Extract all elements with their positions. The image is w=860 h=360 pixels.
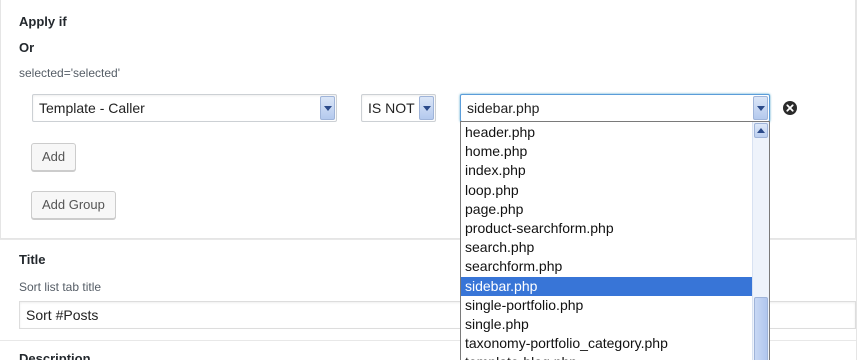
template-option[interactable]: sidebar.php: [461, 276, 753, 296]
template-option[interactable]: product-searchform.php: [461, 219, 753, 238]
template-options: header.php home.php index.php loop.php page.…: [461, 123, 753, 360]
chevron-down-icon: [753, 96, 768, 120]
caller-select-value: Template - Caller: [39, 100, 145, 116]
title-heading: Title: [19, 252, 46, 267]
template-select-value: sidebar.php: [467, 100, 540, 116]
operator-select-value: IS NOT: [368, 100, 415, 116]
template-option[interactable]: taxonomy-portfolio_category.php: [461, 334, 753, 353]
chevron-down-icon: [320, 96, 335, 120]
template-option[interactable]: loop.php: [461, 181, 753, 200]
template-option[interactable]: index.php: [461, 161, 753, 180]
template-option[interactable]: single.php: [461, 315, 753, 334]
template-dropdown-list[interactable]: header.php home.php index.php loop.php page.…: [460, 121, 770, 360]
add-group-button[interactable]: Add Group: [31, 191, 116, 219]
or-label: Or: [19, 40, 35, 55]
chevron-down-icon: [419, 96, 434, 120]
operator-select[interactable]: IS NOT: [361, 94, 436, 122]
scroll-thumb[interactable]: [754, 297, 768, 360]
scrollbar[interactable]: [752, 122, 769, 360]
template-select[interactable]: sidebar.php: [460, 94, 770, 122]
caller-select[interactable]: Template - Caller: [32, 94, 337, 122]
add-button[interactable]: Add: [31, 143, 77, 171]
template-option[interactable]: searchform.php: [461, 257, 753, 276]
template-option[interactable]: header.php: [461, 123, 753, 142]
panel-edge: [856, 0, 857, 360]
chevron-up-icon[interactable]: [754, 123, 768, 138]
selected-attr-text: selected='selected': [19, 66, 120, 80]
remove-circle-icon[interactable]: [783, 101, 797, 115]
description-heading: Description: [19, 351, 91, 360]
template-option[interactable]: search.php: [461, 238, 753, 257]
apply-if-heading: Apply if: [19, 14, 67, 29]
title-description: Sort list tab title: [19, 280, 102, 294]
template-option[interactable]: template-blog.php: [461, 353, 753, 360]
template-option[interactable]: page.php: [461, 200, 753, 219]
template-option[interactable]: single-portfolio.php: [461, 296, 753, 315]
template-option[interactable]: home.php: [461, 142, 753, 161]
